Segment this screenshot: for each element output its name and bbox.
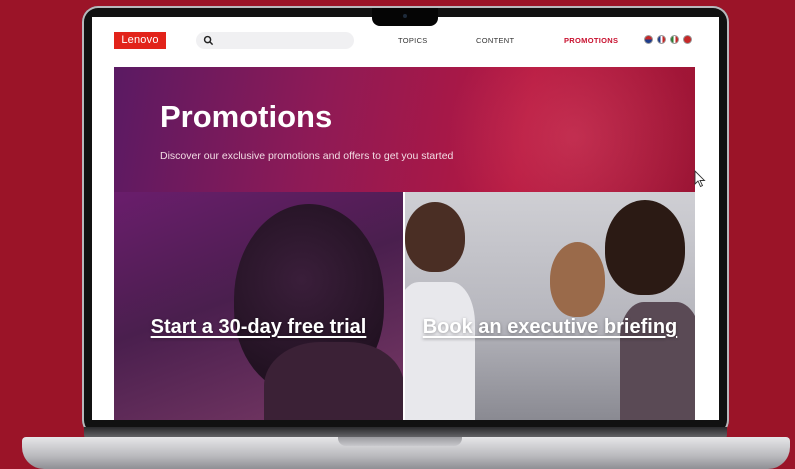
free-trial-link[interactable]: Start a 30-day free trial <box>114 314 403 340</box>
mouse-cursor-icon <box>694 170 706 188</box>
laptop-base-lip <box>338 437 462 446</box>
lenovo-logo[interactable]: Lenovo <box>114 32 166 49</box>
nav-promotions[interactable]: PROMOTIONS <box>564 36 618 45</box>
flag-icon[interactable] <box>644 35 653 44</box>
promo-card-executive-briefing[interactable]: Book an executive briefing <box>405 192 695 420</box>
search-input[interactable] <box>218 32 348 49</box>
person-image <box>405 282 475 420</box>
laptop-screen: Lenovo TOPICS CONTENT PROMOTIONS Promoti… <box>92 17 719 420</box>
page-title: Promotions <box>160 99 333 134</box>
person-image <box>605 200 685 295</box>
promo-card-free-trial[interactable]: Start a 30-day free trial <box>114 192 403 420</box>
hero-glow <box>414 67 695 192</box>
flag-icon[interactable] <box>657 35 666 44</box>
hero-subtitle: Discover our exclusive promotions and of… <box>160 150 454 162</box>
person-image <box>405 202 465 272</box>
executive-briefing-link[interactable]: Book an executive briefing <box>405 314 695 340</box>
flag-icon[interactable] <box>683 35 692 44</box>
person-image <box>550 242 605 317</box>
camera-icon <box>403 14 407 18</box>
flag-icon[interactable] <box>670 35 679 44</box>
nav-content[interactable]: CONTENT <box>476 36 514 45</box>
person-image <box>264 342 403 420</box>
nav-topics[interactable]: TOPICS <box>398 36 428 45</box>
camera-notch <box>372 8 438 26</box>
promotions-hero: Promotions Discover our exclusive promot… <box>114 67 695 192</box>
search-bar[interactable] <box>196 32 354 49</box>
search-icon <box>203 35 214 46</box>
